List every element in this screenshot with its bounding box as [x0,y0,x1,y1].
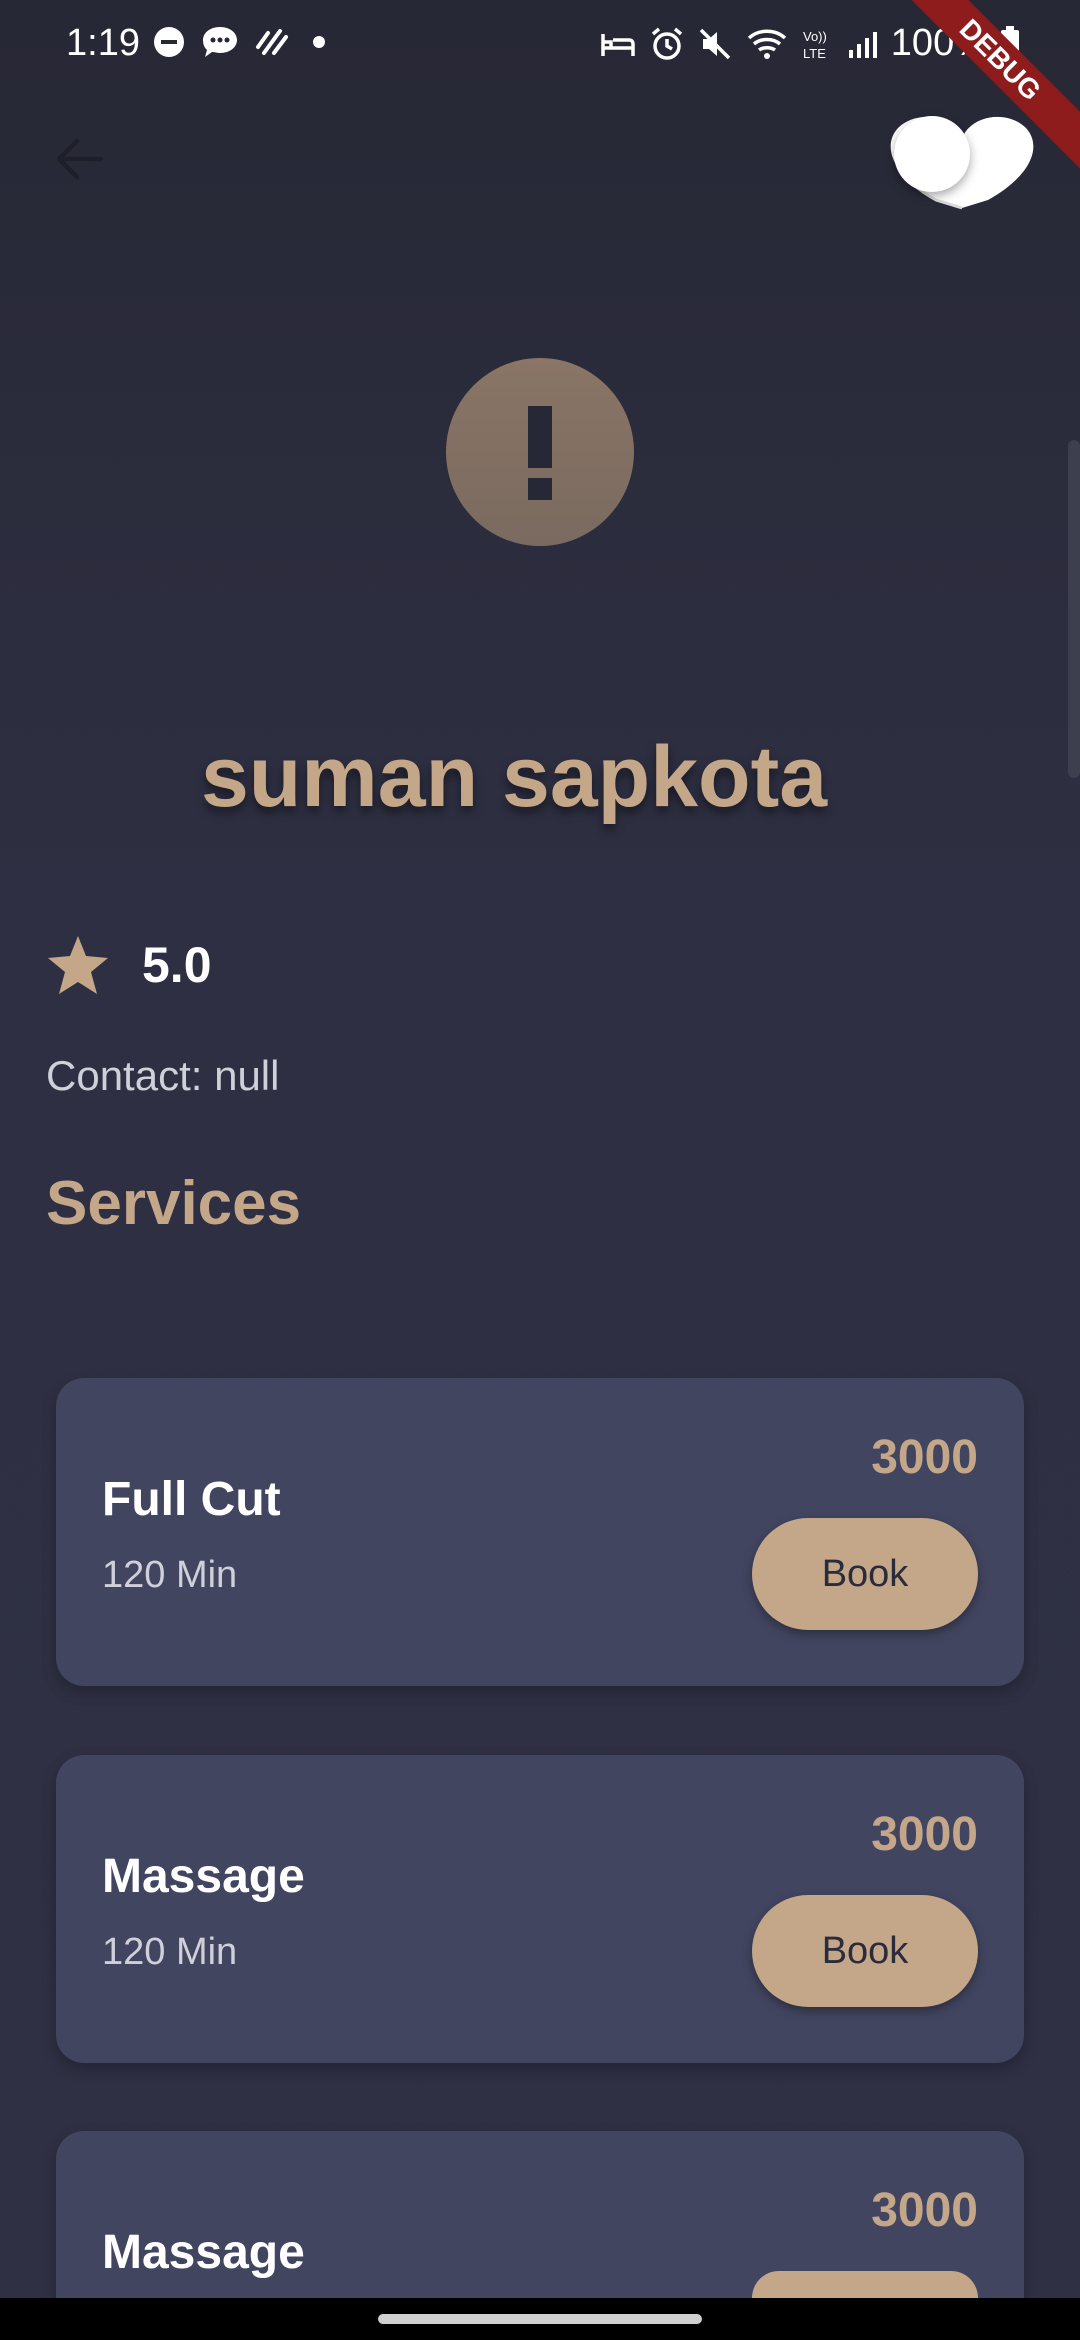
mute-icon [699,28,731,59]
book-button[interactable] [752,2271,978,2298]
wifi-icon [747,29,786,59]
toggle-knob [894,116,970,192]
service-card: Massage 120 Min 3000 Book [56,1755,1024,2063]
service-price: 3000 [871,1431,978,1484]
theme-toggle[interactable] [888,108,1036,212]
message-icon [203,27,237,57]
scrollbar[interactable] [1068,440,1080,778]
status-left-icons [152,24,334,60]
dot-icon [313,36,325,48]
book-button[interactable]: Book [752,1895,978,2007]
contact-text: Contact: null [46,1052,280,1099]
arrow-left-icon [56,138,104,180]
book-button[interactable]: Book [752,1518,978,1630]
status-bar: 1:19 Vo)) LTE 100% [0,0,1080,90]
service-card: Full Cut 120 Min 3000 Book [56,1378,1024,1686]
home-handle[interactable] [378,2314,702,2324]
service-name: Full Cut [102,1473,281,1526]
dnd-icon [154,27,184,57]
service-duration: 120 Min [102,1931,238,1973]
signal-icon [848,31,877,58]
star-icon [48,936,108,994]
service-name: Massage [102,2226,305,2279]
status-time: 1:19 [66,22,140,64]
alarm-icon [651,27,682,60]
service-duration: 120 Min [102,1554,238,1596]
svg-text:Vo)): Vo)) [803,29,827,44]
profile-name: suman sapkota [200,729,828,825]
svg-text:LTE: LTE [803,46,826,61]
rating-row: 5.0 [46,934,212,996]
activity-icon [256,29,288,55]
service-card: Massage 3000 [56,2131,1024,2298]
rating-value: 5.0 [142,937,212,993]
sleep-icon [601,33,635,56]
services-title: Services [46,1169,302,1238]
back-button[interactable] [46,126,112,192]
service-price: 3000 [871,1808,978,1861]
exclamation-icon [528,406,552,500]
navigation-bar [0,2298,1080,2340]
service-price: 3000 [871,2184,978,2237]
avatar [446,358,634,546]
service-name: Massage [102,1850,305,1903]
volte-icon: Vo)) LTE [803,29,827,61]
